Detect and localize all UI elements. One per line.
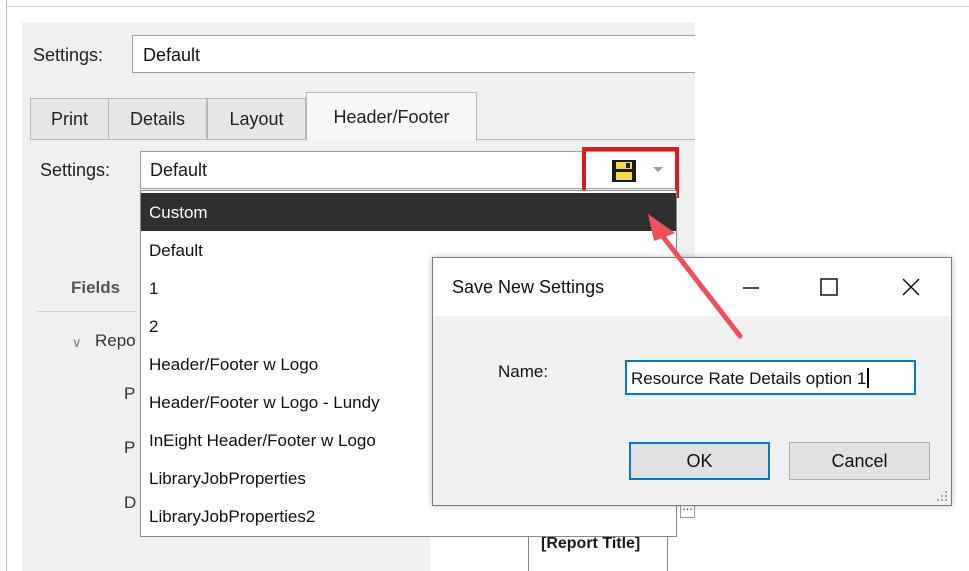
- tab-layout[interactable]: Layout: [207, 98, 306, 140]
- ok-button[interactable]: OK: [629, 442, 770, 480]
- tab-header-footer[interactable]: Header/Footer: [306, 92, 477, 141]
- frame-left-border: [6, 0, 7, 571]
- resize-grip-icon[interactable]: [936, 490, 948, 502]
- save-new-settings-dialog: Save New Settings Name: Resource Rate De…: [432, 257, 952, 506]
- frame-top-border: [6, 6, 969, 7]
- dialog-title-bar[interactable]: Save New Settings: [433, 258, 951, 316]
- settings-combobox[interactable]: Default: [132, 35, 695, 73]
- expand-chevron-icon[interactable]: ∨: [72, 335, 82, 351]
- dropdown-item-custom[interactable]: Custom: [141, 193, 676, 231]
- tree-row-2: P: [124, 438, 136, 457]
- tab-details[interactable]: Details: [108, 98, 207, 140]
- tree-row-3: D: [124, 493, 137, 512]
- minimize-icon[interactable]: [736, 274, 766, 300]
- settings-label: Settings:: [33, 45, 104, 65]
- fields-label: Fields: [71, 278, 121, 297]
- tree-row-1: P: [124, 384, 136, 403]
- tree-item-report[interactable]: Repo: [95, 331, 136, 351]
- name-input-value: Resource Rate Details option 1: [631, 369, 867, 388]
- name-label: Name:: [498, 362, 549, 381]
- report-title-text: [Report Title]: [541, 535, 641, 552]
- maximize-icon[interactable]: [814, 274, 844, 300]
- text-caret: [867, 368, 870, 388]
- name-input[interactable]: Resource Rate Details option 1: [625, 360, 916, 395]
- dialog-title: Save New Settings: [452, 277, 605, 297]
- cancel-button[interactable]: Cancel: [789, 442, 930, 480]
- header-footer-settings-label: Settings:: [40, 160, 111, 180]
- close-icon[interactable]: [896, 274, 926, 300]
- tab-print[interactable]: Print: [30, 98, 109, 140]
- fields-divider: [37, 311, 137, 312]
